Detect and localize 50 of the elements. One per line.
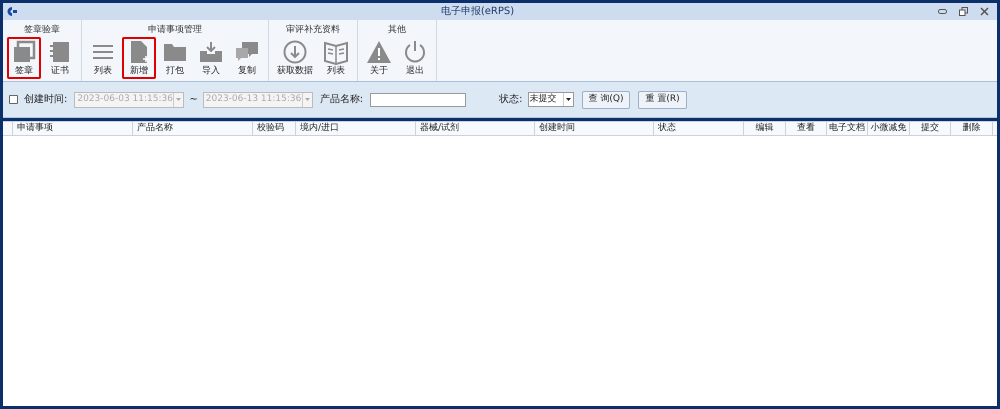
- column-header[interactable]: 小微减免: [868, 122, 910, 135]
- windows-icon: [11, 39, 37, 65]
- tray-icon: [198, 39, 224, 65]
- column-header[interactable]: 申请事项: [13, 122, 133, 135]
- ribbon-button[interactable]: 打包: [158, 37, 192, 79]
- filter-button[interactable]: 重 置(R): [638, 90, 687, 108]
- download-icon: [282, 39, 308, 65]
- minimize-icon[interactable]: [938, 9, 947, 14]
- ribbon-button[interactable]: 复制: [230, 37, 264, 79]
- ribbon-button[interactable]: 退出: [398, 37, 432, 79]
- ribbon-button[interactable]: 导入: [194, 37, 228, 79]
- range-separator: ~: [189, 93, 198, 107]
- power-icon: [402, 39, 428, 65]
- dropdown-icon: [176, 98, 182, 101]
- ribbon-group-label: 签章验章: [24, 24, 60, 37]
- ribbon-button[interactable]: 新增: [122, 37, 156, 79]
- column-header[interactable]: 状态: [654, 122, 744, 135]
- close-icon[interactable]: [980, 7, 989, 16]
- created-time-checkbox[interactable]: 创建时间:: [9, 92, 68, 107]
- column-header[interactable]: 器械/试剂: [416, 122, 535, 135]
- ribbon-button[interactable]: 获取数据: [273, 37, 317, 79]
- column-header[interactable]: 编辑: [744, 122, 786, 135]
- column-header[interactable]: 删除: [951, 122, 993, 135]
- ribbon-button[interactable]: 签章: [7, 37, 41, 79]
- ribbon-button[interactable]: 关于: [362, 37, 396, 79]
- product-name-label: 产品名称:: [320, 92, 364, 107]
- dropdown-icon: [566, 98, 571, 101]
- filter-button[interactable]: 查 询(Q): [582, 90, 630, 108]
- ribbon-group-label: 其他: [388, 24, 406, 37]
- column-header[interactable]: 境内/进口: [296, 122, 416, 135]
- column-header[interactable]: 创建时间: [535, 122, 654, 135]
- window-title: 电子申报(eRPS): [440, 4, 516, 19]
- column-header[interactable]: 校验码: [253, 122, 296, 135]
- ribbon-group-label: 申请事项管理: [148, 24, 202, 37]
- status-dropdown[interactable]: 未提交: [528, 92, 574, 107]
- column-header[interactable]: 查看: [786, 122, 827, 135]
- app-icon: [7, 7, 17, 16]
- ribbon-button[interactable]: 列表: [86, 37, 120, 79]
- dropdown-icon: [304, 98, 310, 101]
- ribbon-button[interactable]: 列表: [319, 37, 353, 79]
- restore-icon[interactable]: [959, 7, 968, 16]
- column-header[interactable]: 提交: [910, 122, 951, 135]
- status-label: 状态:: [499, 92, 523, 107]
- product-name-field[interactable]: [370, 92, 466, 106]
- ribbon-button[interactable]: 证书: [43, 37, 77, 79]
- ribbon-group-label: 审评补充资料: [286, 24, 340, 37]
- book-icon: [323, 39, 349, 65]
- column-header[interactable]: 电子文档: [827, 122, 868, 135]
- warning-icon: [366, 39, 392, 65]
- column-header[interactable]: 产品名称: [133, 122, 253, 135]
